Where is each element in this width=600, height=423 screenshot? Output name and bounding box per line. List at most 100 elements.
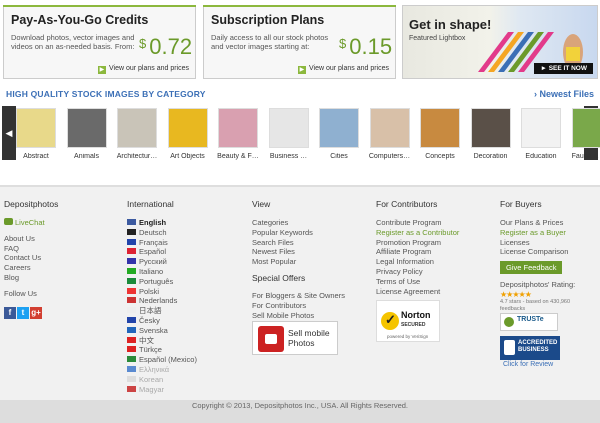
category-label: Animals xyxy=(74,153,99,160)
category-item[interactable]: Fauna & F… xyxy=(571,108,600,160)
norton-secured-badge[interactable]: Norton SECURED powered by VeriSign xyxy=(376,300,440,342)
language-link[interactable]: Ελληνικά xyxy=(127,365,197,375)
carousel-prev-button[interactable]: ◀ xyxy=(2,106,16,160)
camera-icon xyxy=(258,326,284,352)
facebook-icon[interactable]: f xyxy=(4,306,16,319)
category-item[interactable]: Beauty & F… xyxy=(217,108,259,160)
bbb-review-link[interactable]: Click for Review xyxy=(503,361,553,368)
newest-files-link[interactable]: › Newest Files xyxy=(534,89,594,99)
category-thumbnail[interactable] xyxy=(319,108,359,148)
category-item[interactable]: Computers… xyxy=(369,108,410,160)
category-item[interactable]: Decoration xyxy=(470,108,511,160)
footer-contributor-link[interactable]: Contribute Program xyxy=(376,218,459,228)
footer-view-link[interactable]: Popular Keywords xyxy=(252,228,345,238)
category-thumbnail[interactable] xyxy=(369,108,410,148)
footer-buyer-link[interactable]: Register as a Buyer xyxy=(500,228,582,238)
flag-icon xyxy=(127,219,136,225)
category-thumbnail[interactable] xyxy=(268,108,309,148)
category-item[interactable]: Animals xyxy=(66,108,107,160)
language-link[interactable]: Svenska xyxy=(127,326,197,336)
footer-col-depositphotos: Depositphotos LiveChat About Us FAQ Contac… xyxy=(4,199,58,320)
category-thumbnail[interactable] xyxy=(167,108,208,148)
language-link[interactable]: 日本語 xyxy=(127,306,197,316)
language-link[interactable]: Português xyxy=(127,277,197,287)
category-label: Computers… xyxy=(368,153,411,160)
footer-contributor-link[interactable]: Terms of Use xyxy=(376,277,459,287)
category-thumbnail[interactable] xyxy=(16,108,56,148)
category-thumbnail[interactable] xyxy=(218,108,258,148)
footer-company-link[interactable]: Blog xyxy=(4,273,58,283)
payg-plans-link[interactable]: ▶ View our plans and prices xyxy=(97,65,189,74)
category-item[interactable]: Business … xyxy=(268,108,309,160)
sell-mobile-photos-banner[interactable]: Sell mobile Photos xyxy=(252,321,338,355)
bbb-accredited-badge[interactable]: ACCREDITED BUSINESS xyxy=(500,336,560,360)
footer-contributor-link[interactable]: Promotion Program xyxy=(376,238,459,248)
language-link[interactable]: Español (Mexico) xyxy=(127,355,197,365)
footer-buyer-link[interactable]: Licenses xyxy=(500,238,582,248)
language-link[interactable]: Türkçe xyxy=(127,345,197,355)
flag-icon xyxy=(127,326,136,333)
language-link[interactable]: Nederlands xyxy=(127,296,197,306)
language-link[interactable]: Korean xyxy=(127,375,197,385)
see-it-now-button[interactable]: ► SEE IT NOW xyxy=(534,63,593,74)
category-item[interactable]: Architectur… xyxy=(117,108,157,160)
footer-special-offer-link[interactable]: For Bloggers & Site Owners xyxy=(252,291,345,301)
language-link[interactable]: Français xyxy=(127,238,197,248)
footer-view-link[interactable]: Newest Files xyxy=(252,247,345,257)
footer-buyer-link[interactable]: License Comparison xyxy=(500,247,582,257)
footer-contributor-link[interactable]: Legal Information xyxy=(376,257,459,267)
footer-special-offer-link[interactable]: Sell Mobile Photos xyxy=(252,311,345,321)
category-thumbnail[interactable] xyxy=(571,108,600,148)
category-label: Business … xyxy=(269,153,308,160)
footer-heading-special-offers: Special Offers xyxy=(252,272,306,283)
footer-view-link[interactable]: Most Popular xyxy=(252,257,345,267)
footer-contributor-link[interactable]: License Agreement xyxy=(376,287,459,297)
livechat-link[interactable]: LiveChat xyxy=(4,218,58,228)
flag-icon xyxy=(127,238,136,245)
category-item[interactable]: Abstract xyxy=(16,108,56,160)
twitter-icon[interactable]: t xyxy=(17,306,29,319)
category-thumbnail[interactable] xyxy=(66,108,107,148)
category-item[interactable]: Cities xyxy=(319,108,359,160)
category-item[interactable]: Art Objects xyxy=(167,108,208,160)
give-feedback-button[interactable]: Give Feedback xyxy=(500,261,563,275)
category-item[interactable]: Concepts xyxy=(420,108,460,160)
category-thumbnail[interactable] xyxy=(420,108,460,148)
social-links: f t g+ xyxy=(4,302,58,320)
language-link[interactable]: Polski xyxy=(127,287,197,297)
language-link[interactable]: Česky xyxy=(127,316,197,326)
flag-icon xyxy=(127,248,136,255)
language-link[interactable]: Italiano xyxy=(127,267,197,277)
category-thumbnail[interactable] xyxy=(470,108,511,148)
category-thumbnail[interactable] xyxy=(521,108,561,148)
footer-contributor-link[interactable]: Privacy Policy xyxy=(376,267,459,277)
language-link[interactable]: Español xyxy=(127,247,197,257)
footer-company-link[interactable]: Careers xyxy=(4,263,58,273)
google-plus-icon[interactable]: g+ xyxy=(30,306,42,319)
footer-view-link[interactable]: Search Files xyxy=(252,238,345,248)
truste-badge[interactable]: TRUSTe xyxy=(500,313,558,331)
footer-heading-buyers: For Buyers xyxy=(500,199,542,209)
featured-lightbox-banner[interactable]: Get in shape! Featured Lightbox ► SEE IT… xyxy=(402,5,598,79)
language-link[interactable]: Русский xyxy=(127,257,197,267)
category-thumbnail[interactable] xyxy=(117,108,157,148)
language-link[interactable]: 中文 xyxy=(127,336,197,346)
subscription-plans-link[interactable]: ▶ View our plans and prices xyxy=(297,65,389,74)
footer-company-link[interactable]: FAQ xyxy=(4,244,58,254)
footer-special-offer-link[interactable]: For Contributors xyxy=(252,301,345,311)
flag-icon xyxy=(127,277,136,284)
category-item[interactable]: Education xyxy=(521,108,561,160)
footer-contributor-link[interactable]: Register as a Contributor xyxy=(376,228,459,238)
language-link[interactable]: Magyar xyxy=(127,385,197,395)
footer-company-link[interactable]: Contact Us xyxy=(4,253,58,263)
language-link[interactable]: Deutsch xyxy=(127,228,197,238)
payg-price: $0.72 xyxy=(139,34,192,60)
footer-buyer-link[interactable]: Our Plans & Prices xyxy=(500,218,582,228)
footer-view-link[interactable]: Categories xyxy=(252,218,345,228)
language-link[interactable]: English xyxy=(127,218,197,228)
footer-contributor-link[interactable]: Affiliate Program xyxy=(376,247,459,257)
copyright-text: Copyright © 2013, Depositphotos Inc., US… xyxy=(191,401,409,410)
category-label: Fauna & F… xyxy=(571,153,600,160)
footer-company-link[interactable]: About Us xyxy=(4,234,58,244)
copyright-bar: Copyright © 2013, Depositphotos Inc., US… xyxy=(0,400,600,423)
